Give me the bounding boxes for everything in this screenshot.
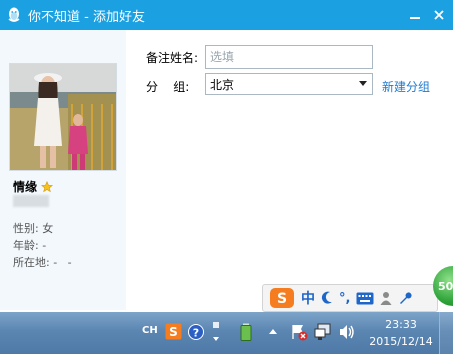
blurred-account-number	[13, 195, 49, 207]
keyboard-icon[interactable]	[356, 288, 374, 308]
show-desktop-button[interactable]	[439, 312, 453, 354]
group-dropdown[interactable]: 北京	[205, 73, 373, 95]
group-label: 分 组:	[146, 80, 190, 94]
show-hidden-icons-icon[interactable]	[268, 327, 278, 335]
close-icon	[434, 10, 444, 20]
sogou-logo-icon[interactable]: S	[269, 288, 295, 308]
close-button[interactable]	[428, 4, 450, 26]
location-info: 所在地: - -	[13, 256, 72, 269]
nickname-row: 情缘	[13, 178, 53, 195]
moon-icon[interactable]	[321, 288, 333, 308]
svg-text:?: ?	[193, 327, 199, 340]
network-icon[interactable]	[314, 323, 332, 341]
title-bar: 你不知道 - 添加好友	[0, 0, 453, 30]
gender-info: 性别: 女	[13, 222, 54, 235]
window-title: 你不知道 - 添加好友	[28, 9, 145, 25]
remark-name-input[interactable]	[205, 45, 373, 69]
ime-punctuation[interactable]: °,	[339, 288, 350, 308]
user-icon[interactable]	[380, 288, 392, 308]
minimize-icon	[410, 17, 420, 19]
sogou-tray-icon[interactable]: S	[165, 323, 182, 340]
remark-label: 备注姓名:	[146, 51, 199, 65]
minimize-button[interactable]	[404, 4, 426, 26]
group-selected-value: 北京	[210, 77, 235, 92]
help-icon[interactable]: ?	[188, 324, 204, 340]
avatar-photo	[10, 64, 116, 170]
speaker-icon[interactable]	[338, 324, 356, 340]
action-center-flag-icon[interactable]	[290, 323, 308, 341]
ime-chinese-mode[interactable]: 中	[301, 288, 315, 308]
qq-penguin-icon	[8, 7, 20, 22]
clock-time: 23:33	[385, 318, 417, 331]
nickname: 情缘	[13, 180, 38, 194]
clock-date: 2015/12/14	[369, 335, 433, 348]
new-group-link[interactable]: 新建分组	[382, 78, 430, 95]
avatar	[9, 63, 117, 171]
age-info: 年龄: -	[13, 239, 47, 252]
battery-icon[interactable]	[240, 323, 252, 341]
dropdown-arrow-icon	[359, 81, 367, 86]
system-clock[interactable]: 23:33 2015/12/14	[366, 316, 436, 350]
input-language-indicator[interactable]: CH	[142, 325, 158, 336]
wrench-icon[interactable]	[398, 288, 413, 308]
svg-text:S: S	[277, 291, 287, 307]
profile-panel: 情缘 性别: 女 年龄: - 所在地: - -	[0, 30, 126, 310]
taskbar: CH S ? 23:33 2015/12/14	[0, 312, 453, 354]
ime-options-icon[interactable]	[210, 321, 222, 343]
star-icon	[41, 180, 53, 192]
svg-text:S: S	[169, 325, 178, 339]
ime-toolbar: S 中 °,	[262, 284, 438, 312]
